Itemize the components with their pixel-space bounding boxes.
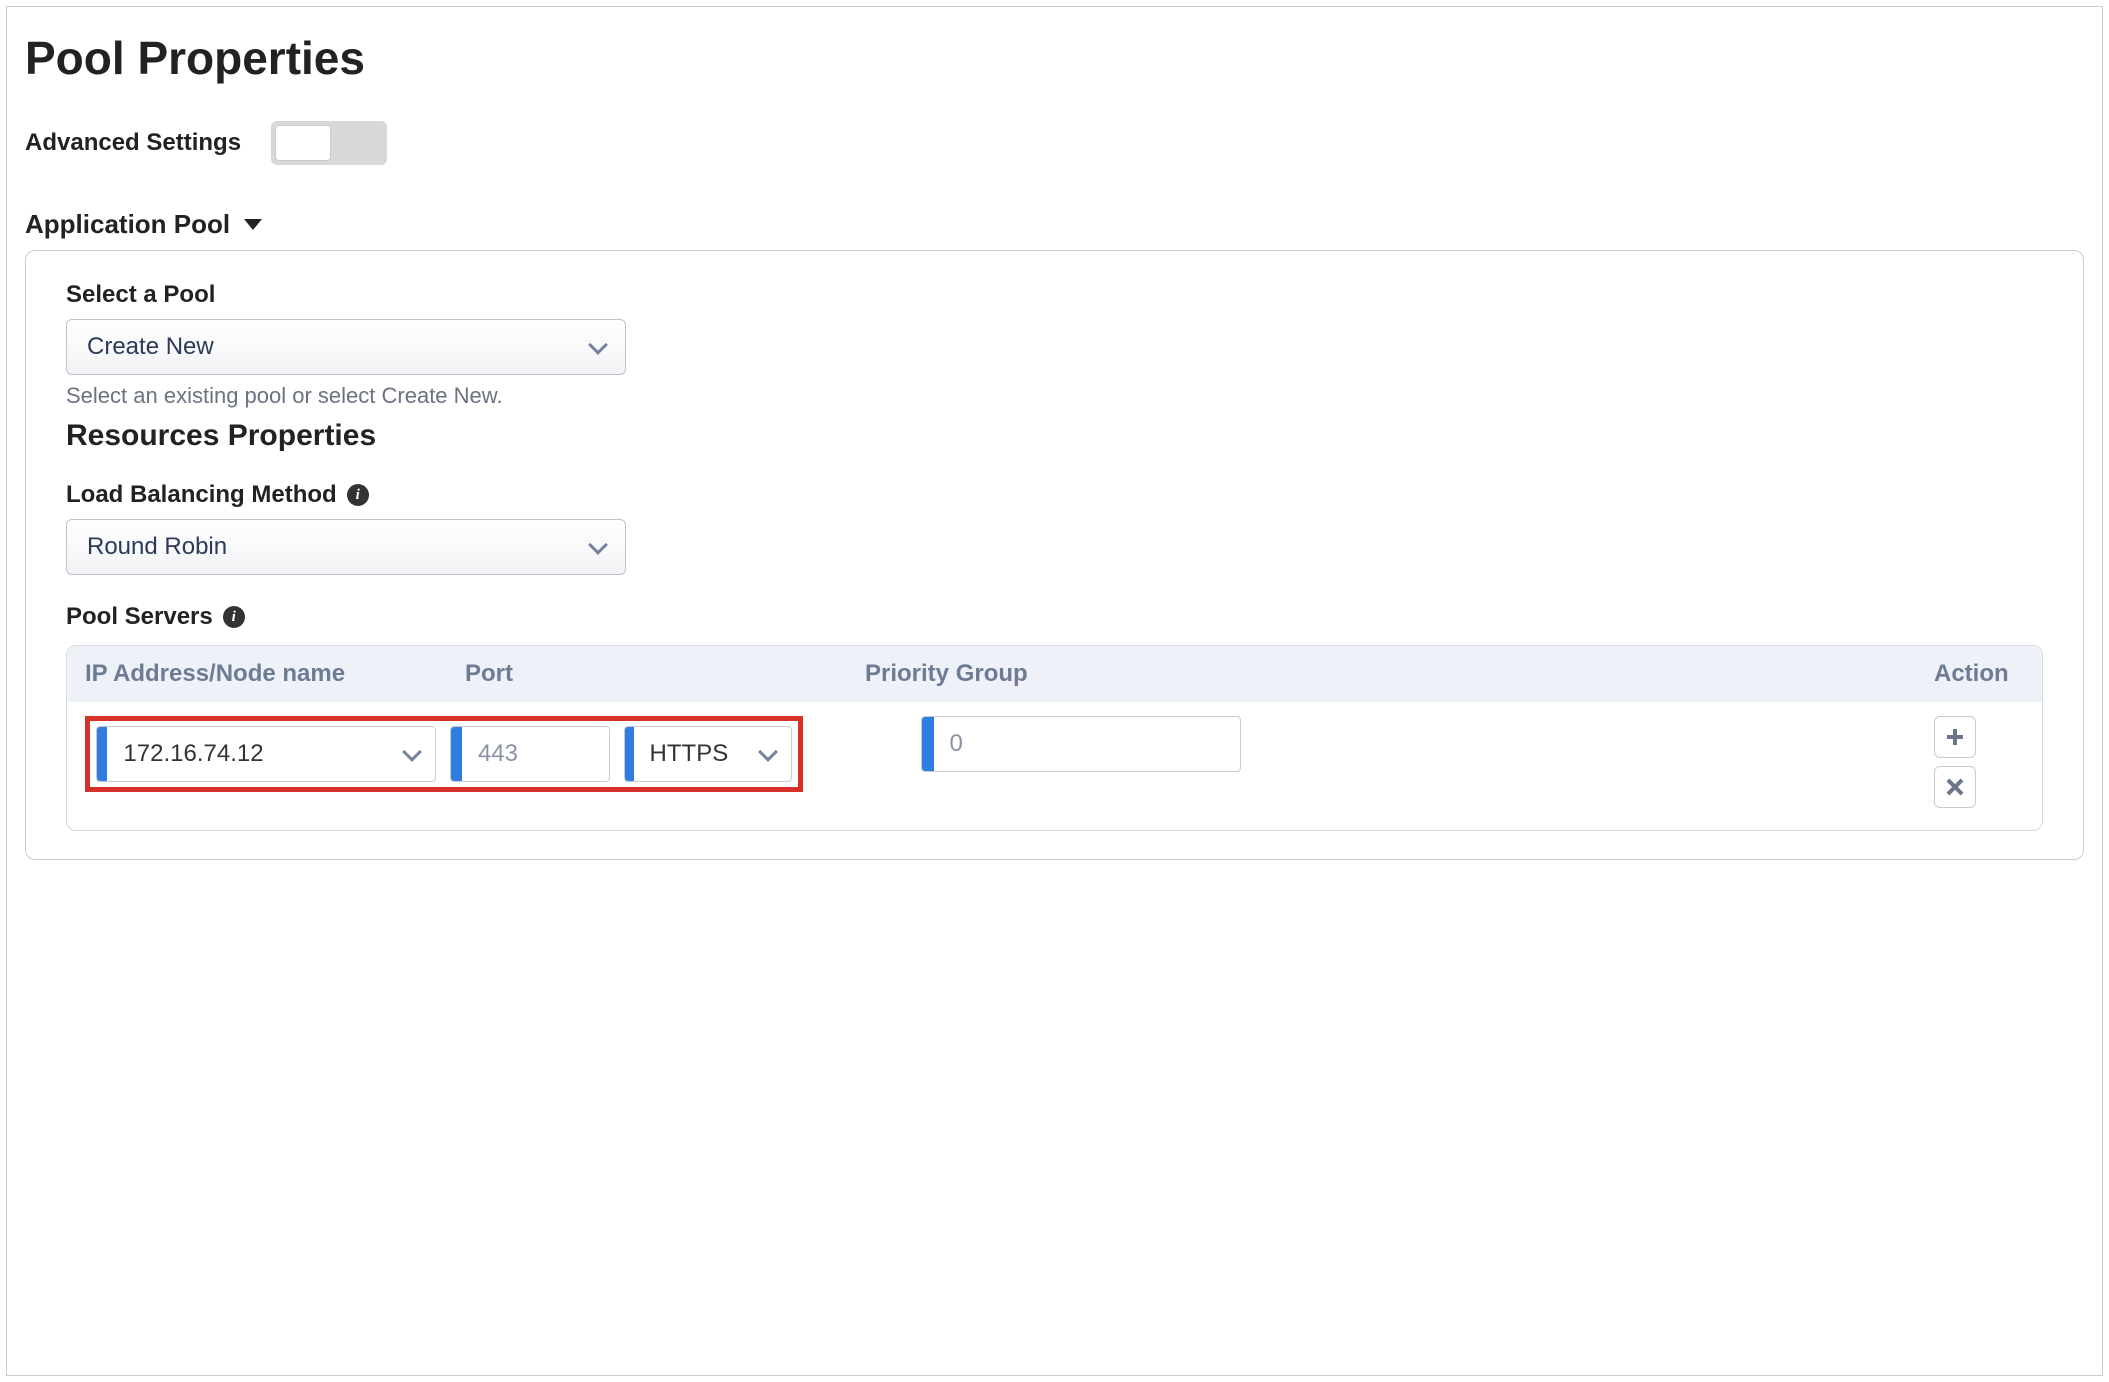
action-buttons — [1934, 716, 1976, 808]
protocol-value[interactable] — [634, 727, 761, 781]
accent-bar — [922, 717, 934, 771]
load-balancing-dropdown[interactable]: Round Robin — [66, 519, 626, 575]
pool-servers-label-text: Pool Servers — [66, 603, 213, 631]
ip-address-input[interactable] — [107, 727, 405, 781]
priority-cell — [865, 716, 1934, 772]
add-row-button[interactable] — [1934, 716, 1976, 758]
highlighted-cells — [85, 716, 865, 792]
load-balancing-value: Round Robin — [87, 533, 227, 561]
priority-input[interactable] — [934, 717, 1240, 771]
info-icon[interactable]: i — [347, 484, 369, 506]
chevron-down-icon — [758, 742, 778, 762]
application-pool-panel: Select a Pool Create New Select an exist… — [25, 250, 2084, 860]
pool-properties-panel: Pool Properties Advanced Settings Applic… — [6, 6, 2103, 1376]
port-field[interactable] — [450, 726, 610, 782]
pool-servers-table: IP Address/Node name Port Priority Group… — [66, 645, 2043, 831]
plus-icon — [1947, 729, 1963, 745]
application-pool-section-header[interactable]: Application Pool — [25, 209, 2084, 240]
chevron-down-icon — [402, 742, 422, 762]
advanced-settings-toggle[interactable] — [271, 121, 387, 165]
pool-servers-label: Pool Servers i — [66, 603, 2043, 631]
port-input[interactable] — [462, 727, 609, 781]
pool-servers-block: Pool Servers i — [66, 603, 2043, 631]
section-title: Application Pool — [25, 209, 230, 240]
col-header-ip: IP Address/Node name — [85, 660, 465, 688]
chevron-down-icon — [588, 335, 608, 355]
x-icon — [1946, 778, 1964, 796]
select-pool-label: Select a Pool — [66, 281, 2043, 309]
pool-servers-table-head: IP Address/Node name Port Priority Group… — [67, 646, 2042, 702]
col-header-priority: Priority Group — [865, 660, 1934, 688]
load-balancing-block: Load Balancing Method i Round Robin — [66, 481, 2043, 575]
advanced-settings-label: Advanced Settings — [25, 129, 241, 157]
table-row — [67, 702, 2042, 830]
select-pool-value: Create New — [87, 333, 214, 361]
load-balancing-label-text: Load Balancing Method — [66, 481, 337, 509]
page-title: Pool Properties — [25, 31, 2084, 85]
accent-bar — [451, 727, 462, 781]
caret-down-icon — [244, 219, 262, 230]
accent-bar — [97, 727, 107, 781]
select-pool-dropdown[interactable]: Create New — [66, 319, 626, 375]
chevron-down-icon — [588, 535, 608, 555]
resources-properties-title: Resources Properties — [66, 419, 2043, 453]
accent-bar — [625, 727, 634, 781]
info-icon[interactable]: i — [223, 606, 245, 628]
ip-address-field[interactable] — [96, 726, 436, 782]
action-cell — [1934, 716, 2024, 808]
toggle-knob — [275, 125, 331, 161]
priority-field[interactable] — [921, 716, 1241, 772]
protocol-field[interactable] — [624, 726, 792, 782]
col-header-port: Port — [465, 660, 865, 688]
select-pool-help: Select an existing pool or select Create… — [66, 383, 2043, 409]
highlight-box — [85, 716, 803, 792]
select-pool-block: Select a Pool Create New Select an exist… — [66, 281, 2043, 409]
load-balancing-label: Load Balancing Method i — [66, 481, 2043, 509]
col-header-action: Action — [1934, 660, 2024, 688]
remove-row-button[interactable] — [1934, 766, 1976, 808]
advanced-settings-row: Advanced Settings — [25, 121, 2084, 165]
